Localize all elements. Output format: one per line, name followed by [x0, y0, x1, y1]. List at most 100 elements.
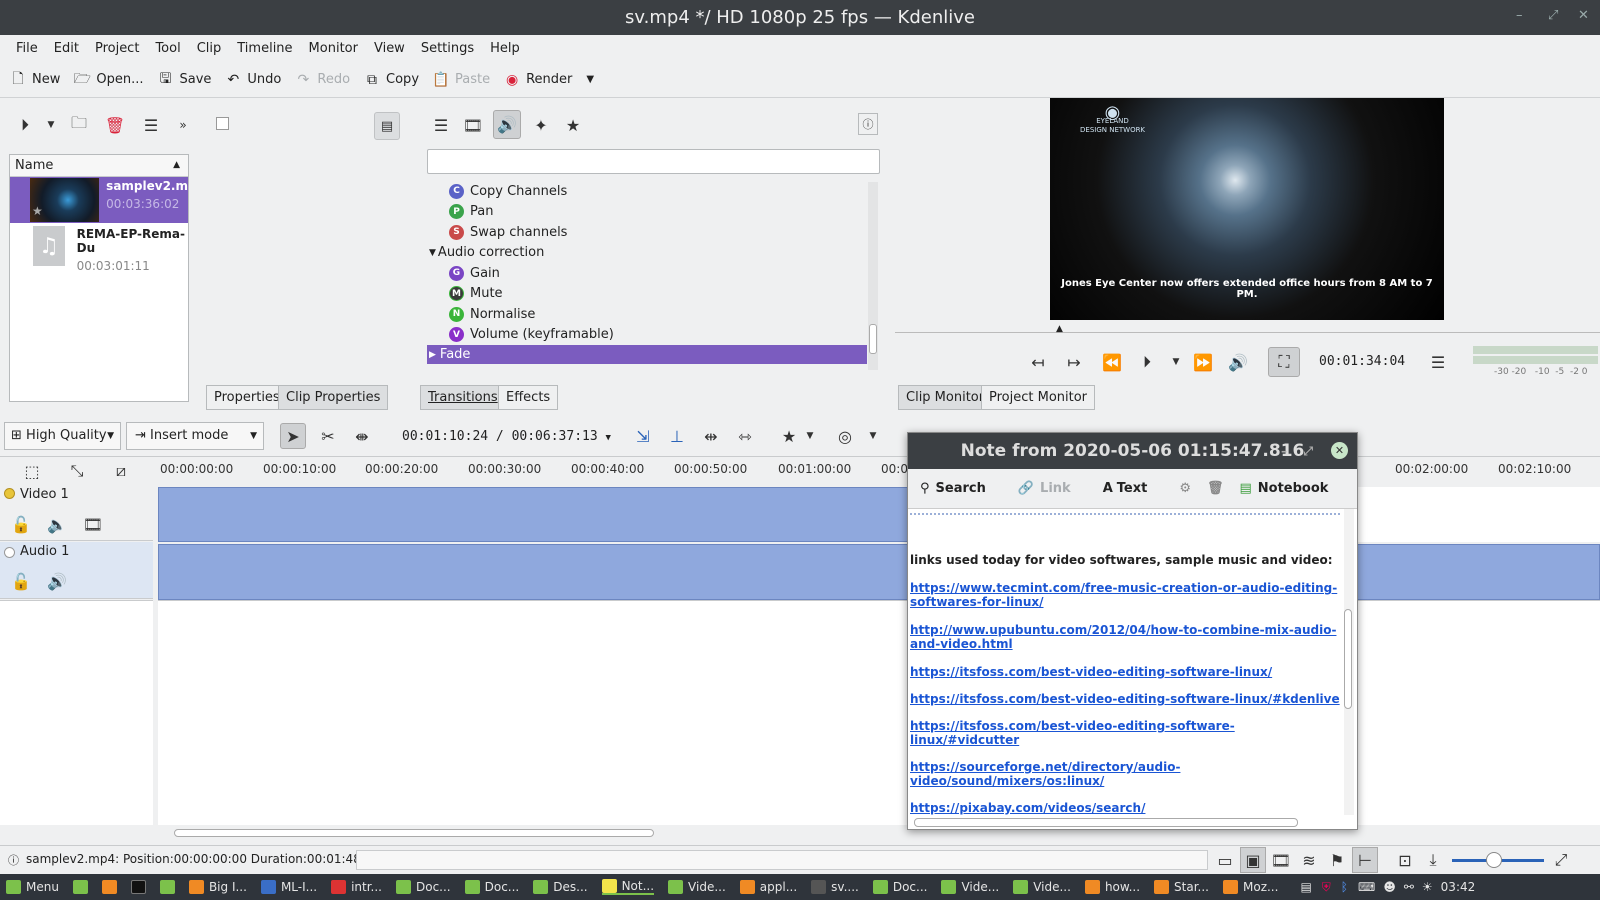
effect-item-volume[interactable]: V Volume (keyframable): [427, 325, 867, 346]
tools-icon[interactable]: ⚙: [1179, 481, 1191, 496]
note-link[interactable]: https://pixabay.com/videos/search/: [910, 801, 1340, 815]
timeline-ruler[interactable]: 00:00:00:00 00:00:10:00 00:00:20:00 00:0…: [158, 458, 1600, 484]
snap-icon[interactable]: ⊢: [1352, 847, 1378, 873]
clock[interactable]: 03:42: [1441, 880, 1476, 894]
undo-button[interactable]: ↶ Undo: [225, 72, 282, 88]
copy-button[interactable]: ⧉ Copy: [364, 72, 419, 88]
menu-monitor[interactable]: Monitor: [301, 41, 366, 56]
maximize-icon[interactable]: ⤢: [1303, 433, 1313, 469]
bin-clip-item[interactable]: samplev2.m 00:03:36:02 ★: [10, 177, 188, 223]
task-item[interactable]: Star...: [1154, 880, 1209, 894]
monitor-video-frame[interactable]: ◉ EYELAND DESIGN NETWORK Jones Eye Cente…: [1050, 98, 1444, 320]
note-hscrollbar[interactable]: [914, 818, 1298, 827]
tab-clip-monitor[interactable]: Clip Monitor: [898, 385, 993, 410]
note-link[interactable]: http://www.upubuntu.com/2012/04/how-to-c…: [910, 623, 1340, 651]
effect-item-swap-channels[interactable]: S Swap channels: [427, 222, 867, 243]
effect-item-copy-channels[interactable]: C Copy Channels: [427, 181, 867, 202]
shield-icon[interactable]: ⛨: [1322, 880, 1331, 895]
menu-timeline[interactable]: Timeline: [229, 41, 300, 56]
set-zone-out-icon[interactable]: ↦: [1061, 349, 1087, 375]
fullscreen-icon[interactable]: ⛶: [1268, 347, 1300, 377]
note-link[interactable]: https://itsfoss.com/best-video-editing-s…: [910, 719, 1340, 747]
audio-track-lane[interactable]: [158, 544, 1600, 600]
task-item[interactable]: appl...: [739, 880, 797, 894]
task-item[interactable]: Doc...: [396, 880, 451, 894]
task-item[interactable]: sv....: [811, 880, 859, 894]
name-column-header[interactable]: Name ▲: [10, 155, 188, 177]
menu-settings[interactable]: Settings: [413, 41, 482, 56]
task-item[interactable]: Doc...: [872, 880, 927, 894]
display-icon[interactable]: ▣: [1240, 847, 1266, 873]
film-icon[interactable]: 🎞: [1268, 847, 1294, 873]
scroll-thumb[interactable]: [174, 829, 654, 837]
note-link[interactable]: https://itsfoss.com/best-video-editing-s…: [910, 692, 1340, 706]
brightness-icon[interactable]: ☀: [1422, 880, 1433, 894]
lock-icon[interactable]: 🔓: [8, 568, 34, 594]
category-fade[interactable]: ▶ Fade: [427, 345, 867, 364]
note-link[interactable]: https://itsfoss.com/best-video-editing-s…: [910, 665, 1340, 679]
film-icon[interactable]: 🎞: [460, 112, 486, 138]
zoom-in-icon[interactable]: ⤢: [1548, 847, 1574, 873]
lift-zone-icon[interactable]: ⇿: [732, 423, 758, 449]
menu-tool[interactable]: Tool: [147, 41, 188, 56]
minimize-icon[interactable]: –: [1281, 433, 1287, 469]
playhead-marker-icon[interactable]: ▲: [1056, 324, 1063, 334]
zoom-slider-handle[interactable]: [1486, 852, 1502, 868]
task-item[interactable]: Des...: [533, 880, 588, 894]
close-icon[interactable]: ✕: [1578, 8, 1589, 23]
flag-icon[interactable]: ⚑: [1324, 847, 1350, 873]
zoom-fit-icon[interactable]: ⊡: [1392, 847, 1418, 873]
maximize-icon[interactable]: ⤢: [1548, 8, 1558, 23]
effect-item-mute[interactable]: M Mute: [427, 284, 867, 305]
open-button[interactable]: 🗁 Open...: [74, 71, 144, 88]
menu-clip[interactable]: Clip: [189, 41, 230, 56]
task-item[interactable]: Vide...: [668, 880, 726, 894]
splitter[interactable]: [153, 600, 158, 825]
effects-scrollbar[interactable]: [868, 182, 878, 370]
forward-icon[interactable]: ⏩: [1190, 349, 1216, 375]
audio-wave-icon[interactable]: ≋: [1296, 847, 1322, 873]
track-active-icon[interactable]: [4, 488, 15, 499]
tab-effects[interactable]: Effects: [498, 385, 559, 410]
task-item[interactable]: Doc...: [464, 880, 519, 894]
fit-zoom-icon[interactable]: ⤡: [64, 458, 90, 484]
filter-checkbox[interactable]: [216, 117, 229, 130]
insert-clip-icon[interactable]: ⇲: [630, 423, 656, 449]
scroll-thumb[interactable]: [1344, 609, 1352, 709]
chevron-down-icon[interactable]: ▼: [797, 423, 823, 449]
task-item[interactable]: Vide...: [941, 880, 999, 894]
menu-project[interactable]: Project: [87, 41, 147, 56]
task-item[interactable]: Big I...: [188, 880, 247, 894]
render-dropdown[interactable]: ▼: [586, 74, 594, 85]
launcher-terminal[interactable]: [130, 880, 146, 894]
thumbnail-icon[interactable]: ▭: [1212, 847, 1238, 873]
paste-button[interactable]: 📋 Paste: [432, 72, 490, 88]
timeline-hscrollbar[interactable]: [160, 826, 1600, 840]
play-icon[interactable]: ⏵: [1134, 349, 1160, 375]
note-vscrollbar[interactable]: [1344, 509, 1354, 815]
clipboard-icon[interactable]: ▤: [1300, 880, 1311, 894]
info-icon[interactable]: ⓘ: [858, 113, 878, 135]
save-button[interactable]: 🖫 Save: [157, 71, 212, 88]
text-button[interactable]: A Text: [1103, 481, 1164, 496]
delete-icon[interactable]: 🗑: [102, 112, 128, 138]
effect-item-gain[interactable]: G Gain: [427, 263, 867, 284]
task-item[interactable]: ML-I...: [260, 880, 317, 894]
effect-item-pan[interactable]: P Pan: [427, 202, 867, 223]
audio-effects-icon[interactable]: 🔊: [493, 110, 521, 139]
notebook-button[interactable]: ▤ Notebook: [1239, 481, 1344, 496]
task-item[interactable]: Moz...: [1223, 880, 1278, 894]
volume-icon[interactable]: 🔊: [1225, 349, 1251, 375]
launcher-folder[interactable]: [159, 880, 175, 894]
launcher-files[interactable]: [72, 880, 88, 894]
hide-video-icon[interactable]: 🎞: [80, 511, 106, 537]
mute-audio-icon[interactable]: 🔈: [44, 511, 70, 537]
spacer-tool-icon[interactable]: ⇼: [349, 423, 375, 449]
list-view-icon[interactable]: ☰: [428, 112, 454, 138]
new-button[interactable]: 🗋 New: [10, 71, 60, 88]
edit-mode-dropdown[interactable]: ⇥ Insert mode ▼: [126, 422, 264, 450]
scroll-thumb[interactable]: [869, 324, 877, 354]
menu-help[interactable]: Help: [482, 41, 528, 56]
search-button[interactable]: ⚲ Search: [920, 481, 1002, 496]
bin-clip-item[interactable]: ♫ REMA-EP-Rema-Du 00:03:01:11: [10, 223, 188, 273]
